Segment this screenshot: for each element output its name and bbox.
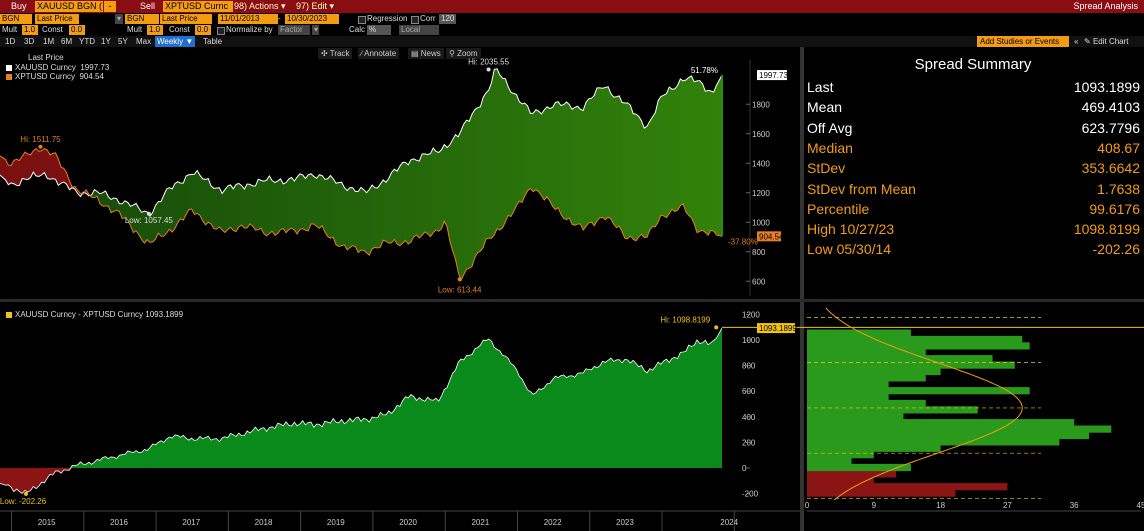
histogram-bar [807, 438, 1060, 446]
hist-x-tick-label: 27 [1003, 501, 1012, 510]
bottom-y-tick-label: 200 [742, 438, 756, 447]
bottom-y-tick-label: 400 [742, 413, 756, 422]
histogram-bar [807, 419, 1075, 427]
annotation-marker [24, 491, 29, 496]
histogram-bar [807, 335, 1023, 344]
x-tick-label: 2017 [182, 518, 200, 527]
histogram-bar [807, 329, 911, 337]
histogram-bar [807, 444, 941, 452]
bottom-y-tick-label: 0 [742, 464, 747, 473]
spread-positive-area [0, 328, 722, 468]
annotation-label: Low: 613.44 [438, 285, 482, 294]
x-tick-label: 2023 [616, 518, 634, 527]
x-tick-label: 2024 [720, 518, 738, 527]
histogram-bar [807, 342, 1030, 350]
annotation-label: Hi: 2035.55 [468, 58, 509, 67]
histogram-bar [807, 412, 904, 420]
top-y-tick-label: 1000 [752, 218, 770, 227]
hist-x-tick-label: 36 [1070, 501, 1079, 510]
annotation-label: Hi: 1098.8199 [660, 315, 710, 324]
gold-last-tag-text: 1997.73 [759, 71, 788, 80]
histogram-bar [807, 476, 874, 484]
bottom-y-tick-label: 800 [742, 362, 756, 371]
histogram-bar [807, 367, 941, 376]
annotation-marker [457, 277, 462, 282]
histogram-bar [807, 406, 978, 414]
histogram-bar [807, 483, 1008, 491]
top-y-tick-label: 1400 [752, 159, 770, 168]
platinum-last-tag-text: 904.54 [759, 232, 784, 241]
x-tick-label: 2020 [399, 518, 417, 527]
gold-change-label: 51.78% [691, 66, 718, 75]
platinum-change-label: -37.80% [728, 237, 758, 246]
hist-x-tick-label: 45 [1137, 501, 1144, 510]
bottom-y-tick-label: -200 [742, 490, 759, 499]
histogram-bar [807, 393, 889, 401]
x-tick-label: 2016 [110, 518, 128, 527]
spread-last-tag-text: 1093.1899 [759, 324, 797, 333]
top-y-tick-label: 800 [752, 248, 766, 257]
top-y-tick-label: 1600 [752, 130, 770, 139]
annotation-label: Hi: 1511.75 [20, 135, 61, 144]
histogram-bar [807, 457, 852, 465]
chart-canvas: 600800100012001400160018001997.73904.545… [0, 58, 1144, 531]
histogram-bar [807, 425, 1112, 433]
annotation-marker [714, 325, 719, 330]
histogram-bar [807, 355, 993, 363]
histogram-bar [807, 431, 1090, 440]
histogram-bar [807, 451, 874, 459]
bottom-y-tick-label: 1000 [742, 336, 760, 345]
histogram-bar [807, 463, 911, 472]
histogram-bar [807, 387, 1030, 395]
bottom-y-tick-label: 1200 [742, 310, 760, 319]
x-tick-label: 2015 [38, 518, 56, 527]
bottom-y-tick-label: 600 [742, 387, 756, 396]
hist-x-tick-label: 9 [872, 501, 877, 510]
hist-x-tick-label: 0 [805, 501, 810, 510]
histogram-bar [807, 380, 889, 388]
annotation-label: Low: -202.26 [0, 497, 47, 506]
spread-negative-area [0, 468, 722, 494]
top-y-tick-label: 1200 [752, 189, 770, 198]
x-tick-label: 2021 [471, 518, 489, 527]
x-tick-label: 2022 [544, 518, 562, 527]
histogram-bar [807, 489, 956, 497]
annotation-label: Low: 1057.45 [125, 216, 174, 225]
x-tick-label: 2018 [255, 518, 273, 527]
top-y-tick-label: 600 [752, 277, 766, 286]
histogram-bar [807, 399, 926, 408]
top-y-tick-label: 1800 [752, 100, 770, 109]
annotation-marker [486, 67, 491, 72]
histogram-bar [807, 374, 926, 382]
hist-x-tick-label: 18 [936, 501, 945, 510]
x-tick-label: 2019 [327, 518, 345, 527]
annotation-marker [38, 144, 43, 149]
